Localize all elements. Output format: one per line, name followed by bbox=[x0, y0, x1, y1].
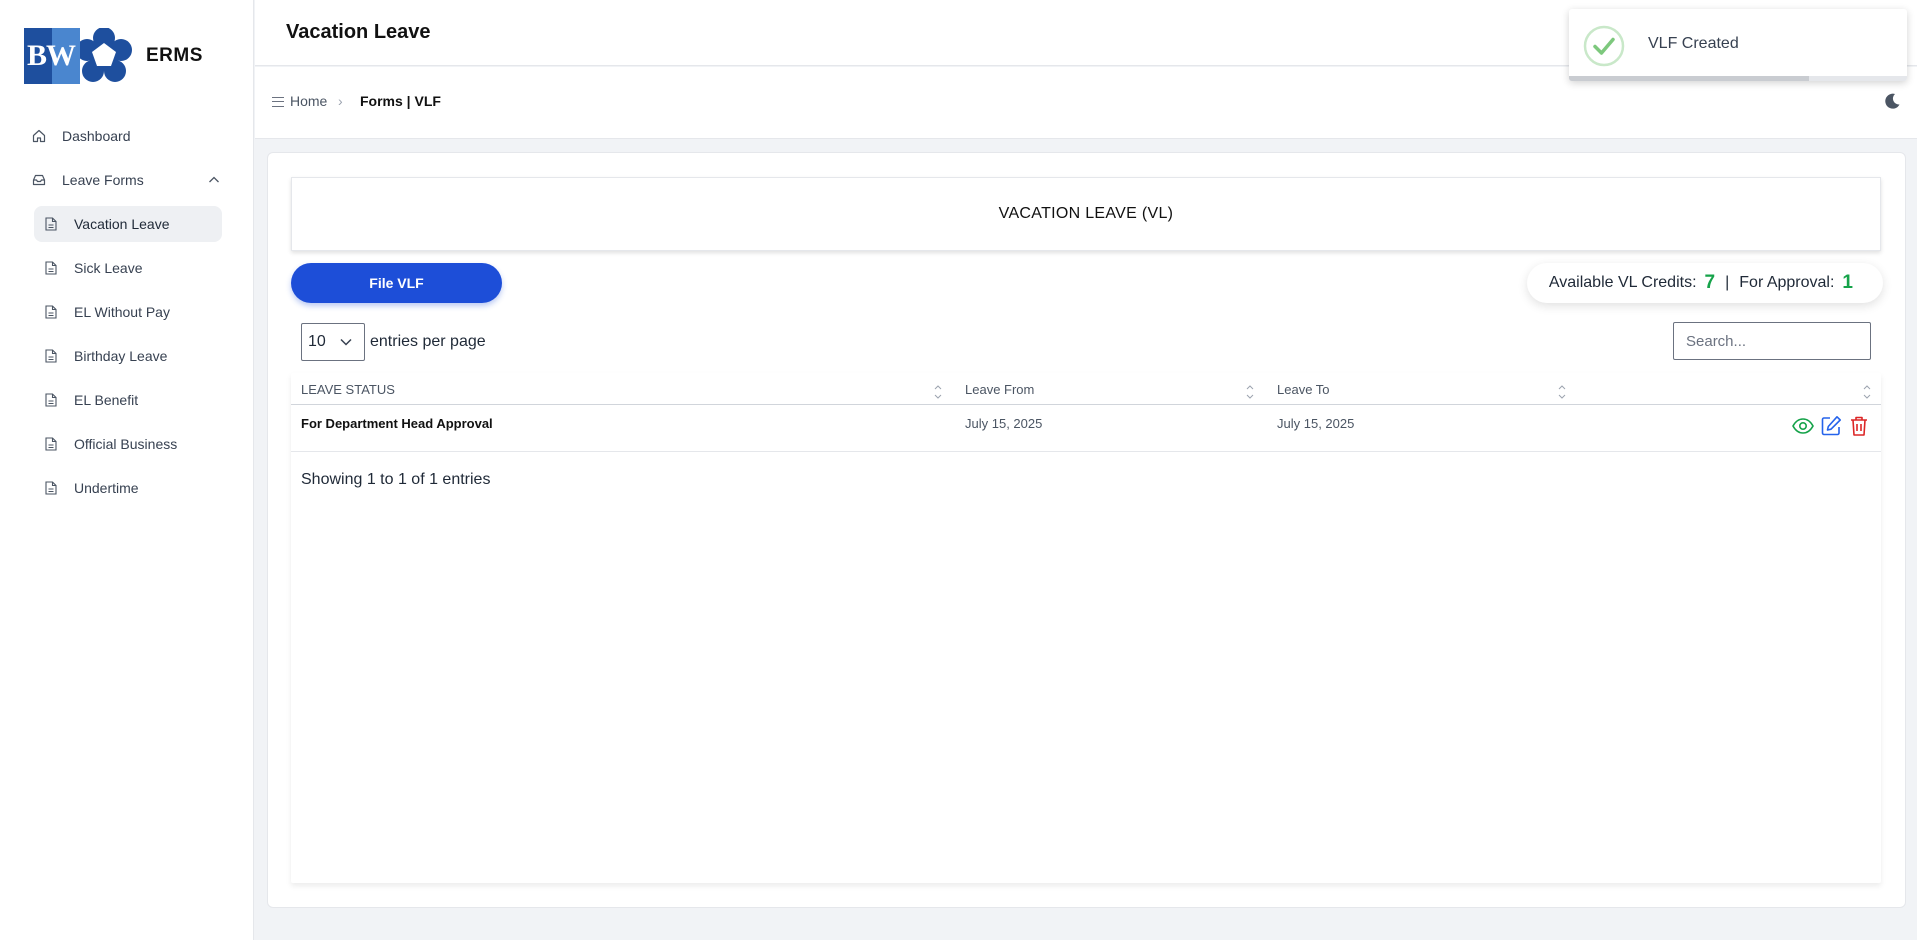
toast-progress-fill bbox=[1569, 76, 1809, 81]
sidebar-subitem-label: Official Business bbox=[74, 436, 178, 452]
available-credits-label: Available VL Credits: bbox=[1548, 274, 1697, 291]
sidebar: BW ERMS Dashboard Leave Forms Vacation L… bbox=[0, 0, 254, 940]
sidebar-subitem-label: Birthday Leave bbox=[74, 348, 168, 364]
sidebar-subitem-label: EL Without Pay bbox=[74, 304, 170, 320]
leave-from-cell: July 15, 2025 bbox=[965, 416, 1043, 431]
column-header-leave-status[interactable]: LEAVE STATUS bbox=[301, 382, 395, 397]
sidebar-subitem-official-business[interactable]: Official Business bbox=[34, 426, 222, 462]
chevron-down-icon bbox=[340, 338, 352, 346]
home-icon bbox=[32, 129, 46, 143]
per-page-label: entries per page bbox=[370, 333, 486, 350]
sidebar-item-leave-forms[interactable]: Leave Forms bbox=[0, 162, 254, 198]
table-info: Showing 1 to 1 of 1 entries bbox=[301, 471, 491, 488]
logo-monogram: BW bbox=[24, 28, 80, 84]
logo[interactable]: BW ERMS bbox=[24, 28, 203, 84]
leave-to-cell: July 15, 2025 bbox=[1277, 416, 1355, 431]
column-header-leave-to[interactable]: Leave To bbox=[1277, 382, 1330, 397]
sidebar-subitem-label: EL Benefit bbox=[74, 392, 139, 408]
for-approval-label: For Approval: bbox=[1739, 274, 1835, 291]
section-title: VACATION LEAVE (VL) bbox=[291, 177, 1881, 251]
sidebar-subitem-label: Undertime bbox=[74, 480, 139, 496]
for-approval-value: 1 bbox=[1842, 272, 1853, 293]
inbox-icon bbox=[32, 174, 46, 186]
document-icon bbox=[45, 261, 57, 275]
credits-separator: | bbox=[1725, 274, 1730, 291]
row-actions bbox=[1791, 414, 1871, 438]
per-page-value: 10 bbox=[308, 333, 326, 350]
success-check-icon bbox=[1583, 25, 1625, 67]
leave-status-cell: For Department Head Approval bbox=[301, 416, 493, 431]
delete-trash-icon[interactable] bbox=[1847, 414, 1871, 438]
sidebar-subitem-vacation-leave[interactable]: Vacation Leave bbox=[34, 206, 222, 242]
sidebar-subitem-el-without-pay[interactable]: EL Without Pay bbox=[34, 294, 222, 330]
sidebar-subitem-el-benefit[interactable]: EL Benefit bbox=[34, 382, 222, 418]
main-content-card: VACATION LEAVE (VL) File VLF Available V… bbox=[267, 152, 1906, 908]
available-credits-value: 7 bbox=[1704, 272, 1716, 293]
document-icon bbox=[45, 437, 57, 451]
document-icon bbox=[45, 217, 57, 231]
logo-flower-icon bbox=[76, 28, 132, 82]
view-icon[interactable] bbox=[1791, 414, 1815, 438]
edit-icon[interactable] bbox=[1819, 414, 1843, 438]
sidebar-item-dashboard[interactable]: Dashboard bbox=[0, 118, 254, 154]
breadcrumb-separator-icon: › bbox=[338, 93, 343, 109]
chevron-up-icon[interactable] bbox=[208, 174, 220, 186]
page-title: Vacation Leave bbox=[286, 21, 431, 43]
sidebar-item-label: Dashboard bbox=[62, 128, 131, 144]
sort-icon[interactable] bbox=[1863, 383, 1871, 401]
dark-mode-moon-icon[interactable] bbox=[1883, 92, 1901, 110]
sort-icon[interactable] bbox=[1246, 383, 1254, 401]
table-header-row: LEAVE STATUS Leave From Leave To bbox=[291, 373, 1881, 405]
document-icon bbox=[45, 481, 57, 495]
leave-table: LEAVE STATUS Leave From Leave To For Dep… bbox=[291, 373, 1881, 452]
credits-summary: Available VL Credits: 7 | For Approval: … bbox=[1526, 263, 1883, 303]
menu-toggle-icon[interactable] bbox=[272, 97, 284, 107]
toast-progress-bar bbox=[1569, 76, 1907, 81]
sort-icon[interactable] bbox=[1558, 383, 1566, 401]
column-header-leave-from[interactable]: Leave From bbox=[965, 382, 1034, 397]
document-icon bbox=[45, 349, 57, 363]
toast-message: VLF Created bbox=[1648, 35, 1739, 52]
sidebar-subitem-birthday-leave[interactable]: Birthday Leave bbox=[34, 338, 222, 374]
document-icon bbox=[45, 393, 57, 407]
sidebar-nav: Dashboard Leave Forms Vacation Leave Sic… bbox=[0, 118, 254, 514]
sidebar-subitem-sick-leave[interactable]: Sick Leave bbox=[34, 250, 222, 286]
app-name: ERMS bbox=[146, 45, 203, 66]
toast-notification[interactable]: VLF Created bbox=[1569, 9, 1907, 81]
file-vlf-button[interactable]: File VLF bbox=[291, 263, 502, 303]
sidebar-subitem-label: Sick Leave bbox=[74, 260, 143, 276]
sort-icon[interactable] bbox=[934, 383, 942, 401]
search-input[interactable] bbox=[1673, 322, 1871, 360]
breadcrumb-home[interactable]: Home bbox=[290, 93, 327, 109]
breadcrumb-current: Forms | VLF bbox=[360, 93, 441, 109]
table-row: For Department Head Approval July 15, 20… bbox=[291, 405, 1881, 452]
sidebar-item-label: Leave Forms bbox=[62, 172, 144, 188]
document-icon bbox=[45, 305, 57, 319]
sidebar-subitem-label: Vacation Leave bbox=[74, 216, 170, 232]
sidebar-subitem-undertime[interactable]: Undertime bbox=[34, 470, 222, 506]
entries-per-page: 10 entries per page bbox=[301, 323, 486, 361]
per-page-select[interactable]: 10 bbox=[301, 323, 365, 361]
